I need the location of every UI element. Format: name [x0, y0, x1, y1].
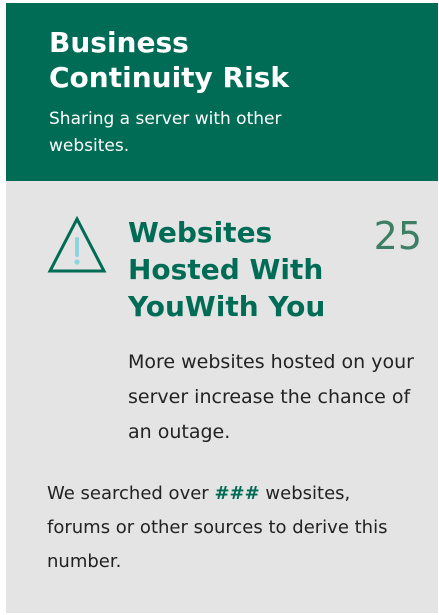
warning-exclamation-dot [74, 259, 80, 265]
metric-description: More websites hosted on your server incr… [128, 351, 414, 443]
business-continuity-risk-card: Business Continuity Risk Sharing a serve… [6, 3, 438, 613]
metric-label: Websites Hosted With YouWith You [128, 216, 326, 323]
source-note-prefix: We searched over [47, 483, 209, 504]
card-title: Business Continuity Risk [49, 26, 289, 94]
source-note: We searched over ### websites, forums or… [47, 477, 417, 579]
warning-icon [47, 216, 107, 273]
source-count: ### [214, 483, 260, 504]
card-header: Business Continuity Risk Sharing a serve… [6, 3, 438, 181]
metric-value: 25 [373, 214, 422, 258]
card-subtitle: Sharing a server with other websites. [49, 109, 282, 156]
